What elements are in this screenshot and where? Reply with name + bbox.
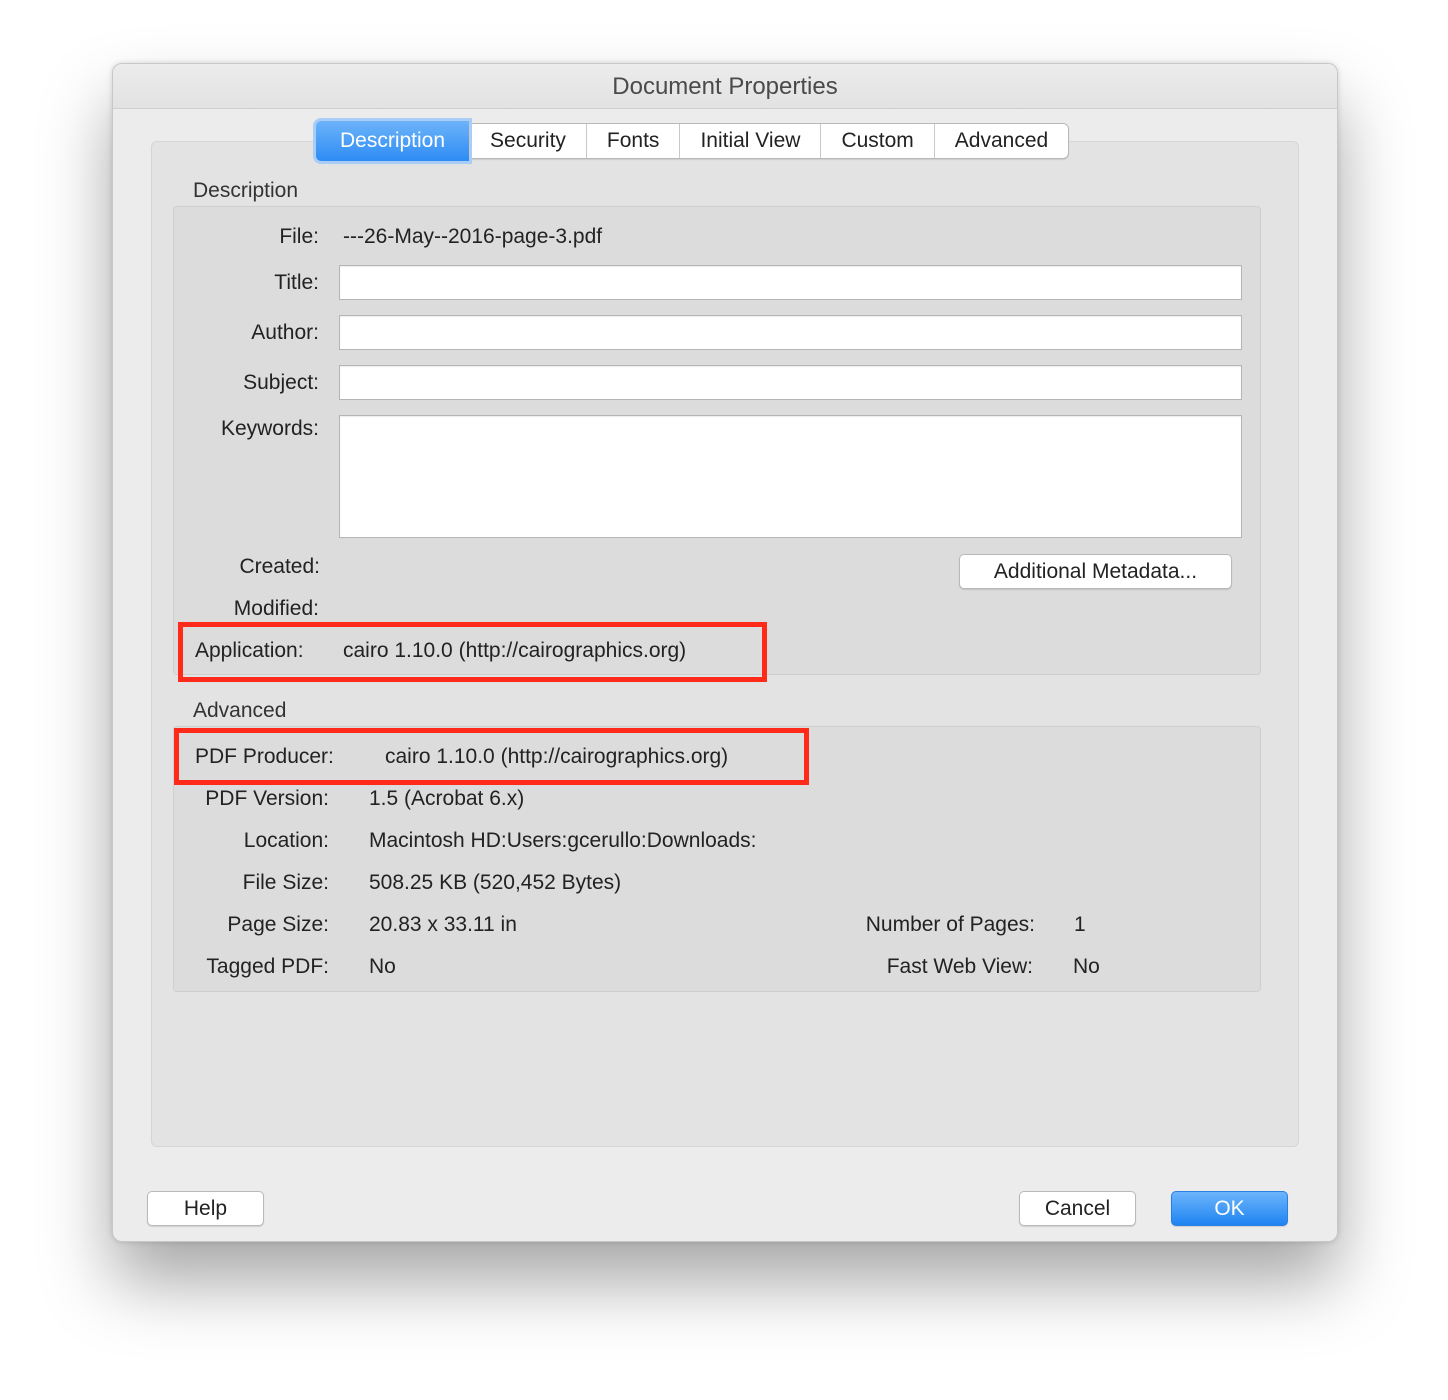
file-value: ---26-May--2016-page-3.pdf	[343, 225, 603, 248]
keywords-label: Keywords:	[220, 417, 319, 440]
tagged-pdf-label: Tagged PDF:	[206, 955, 329, 978]
description-section-label: Description	[193, 179, 299, 202]
file-label: File:	[279, 225, 319, 248]
window-title: Document Properties	[113, 64, 1337, 109]
application-highlight-box	[178, 622, 767, 682]
tab-bar: Description Security Fonts Initial View …	[316, 121, 1070, 161]
cancel-button[interactable]: Cancel	[1019, 1191, 1136, 1226]
created-label: Created:	[239, 555, 320, 578]
keywords-field[interactable]	[339, 415, 1242, 538]
file-size-label: File Size:	[242, 871, 329, 894]
advanced-section-label: Advanced	[193, 699, 287, 722]
modified-label: Modified:	[233, 597, 319, 620]
subject-field[interactable]	[339, 365, 1242, 400]
tab-custom[interactable]: Custom	[820, 124, 933, 158]
additional-metadata-button[interactable]: Additional Metadata...	[959, 554, 1232, 589]
tagged-pdf-value: No	[369, 955, 396, 978]
tab-initial-view[interactable]: Initial View	[679, 124, 820, 158]
page-size-label: Page Size:	[227, 913, 329, 936]
pdf-version-label: PDF Version:	[205, 787, 329, 810]
number-of-pages-label: Number of Pages:	[865, 913, 1035, 936]
fast-web-view-value: No	[1073, 955, 1100, 978]
subject-label: Subject:	[243, 371, 319, 394]
author-field[interactable]	[339, 315, 1242, 350]
document-properties-dialog: Document Properties Description Security…	[112, 63, 1338, 1242]
title-label: Title:	[274, 271, 319, 294]
number-of-pages-value: 1	[1074, 913, 1086, 936]
tab-security[interactable]: Security	[469, 124, 586, 158]
ok-button[interactable]: OK	[1171, 1191, 1288, 1226]
author-label: Author:	[251, 321, 319, 344]
pdf-version-value: 1.5 (Acrobat 6.x)	[369, 787, 525, 810]
title-field[interactable]	[339, 265, 1242, 300]
tab-advanced[interactable]: Advanced	[933, 124, 1068, 158]
help-button[interactable]: Help	[147, 1191, 264, 1226]
location-value: Macintosh HD:Users:gcerullo:Downloads:	[369, 829, 757, 852]
page-size-value: 20.83 x 33.11 in	[369, 913, 517, 936]
fast-web-view-label: Fast Web View:	[886, 955, 1033, 978]
file-size-value: 508.25 KB (520,452 Bytes)	[369, 871, 622, 894]
tab-fonts[interactable]: Fonts	[585, 124, 680, 158]
location-label: Location:	[243, 829, 329, 852]
pdf-producer-highlight-box	[174, 728, 809, 785]
tab-description[interactable]: Description	[316, 121, 470, 161]
